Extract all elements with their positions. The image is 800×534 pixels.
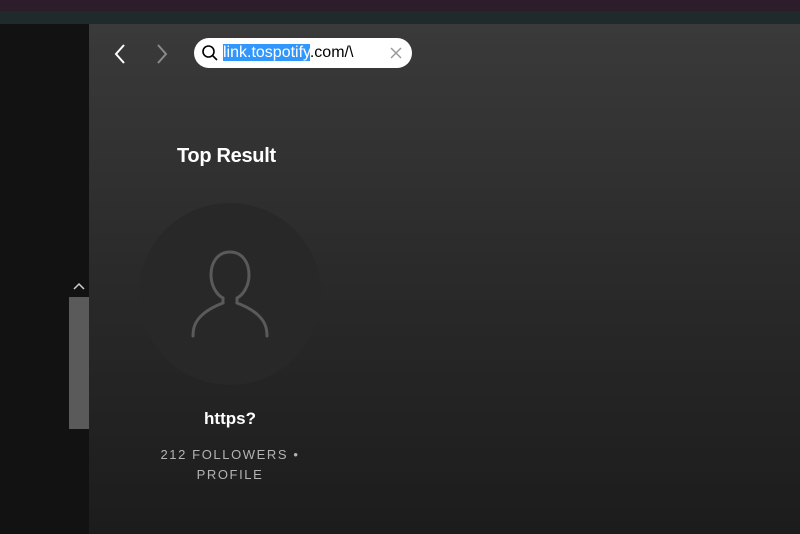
top-result-meta: 212 FOLLOWERS • PROFILE xyxy=(137,445,323,485)
chevron-left-icon xyxy=(114,44,125,64)
section-title-top-result: Top Result xyxy=(177,145,276,167)
avatar xyxy=(139,203,321,385)
window-titlebar-strip xyxy=(0,11,800,24)
search-box[interactable]: link.tospotify.com/\ xyxy=(194,38,412,68)
main-view: link.tospotify.com/\ Top Result https? 2… xyxy=(89,24,800,534)
chevron-right-icon xyxy=(157,44,168,64)
forward-button[interactable] xyxy=(148,40,176,68)
top-result-name: https? xyxy=(204,409,256,428)
chevron-up-icon xyxy=(73,282,85,290)
user-silhouette-icon xyxy=(191,250,269,338)
scroll-up-button[interactable] xyxy=(70,279,88,293)
search-input-selection: link.tospotify xyxy=(223,44,310,61)
top-result-type: PROFILE xyxy=(196,467,264,482)
top-result-card[interactable]: https? 212 FOLLOWERS • PROFILE xyxy=(137,200,323,490)
back-button[interactable] xyxy=(106,40,134,68)
search-icon xyxy=(202,45,218,61)
close-icon[interactable] xyxy=(389,46,403,60)
window-titlebar xyxy=(0,0,800,11)
top-result-followers: 212 FOLLOWERS • xyxy=(160,447,300,462)
search-input[interactable]: link.tospotify.com/\ xyxy=(223,41,375,65)
sidebar-scrollbar-thumb[interactable] xyxy=(69,297,89,429)
search-input-rest: .com/\ xyxy=(309,44,354,61)
